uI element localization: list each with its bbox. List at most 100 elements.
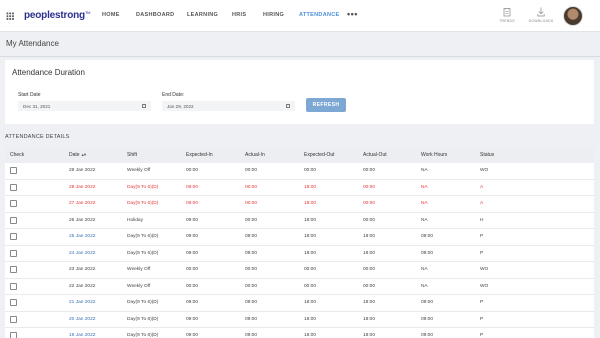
downloads-button[interactable]: DOWNLOADS <box>528 7 554 23</box>
row-checkbox[interactable] <box>10 315 17 323</box>
start-date-value: Dec 31, 2021 <box>23 103 51 109</box>
cell-date: 28 Jan 2022 <box>69 184 96 190</box>
cell-work-hours: NA <box>421 201 428 206</box>
cell-expected-out: 18:00 <box>304 201 317 206</box>
nav-learning[interactable]: LEARNING <box>187 12 218 18</box>
nav-hris[interactable]: HRIS <box>232 12 246 18</box>
cell-date: 24 Jan 2022 <box>69 250 96 256</box>
cell-actual-out: 00:00 <box>363 217 376 223</box>
table-row: 26 Jan 2022 Holiday 09:00 00:00 18:00 00:00 NA… <box>5 213 594 229</box>
end-date-field[interactable]: Jan 29, 2022 <box>162 101 295 111</box>
column-header-date[interactable]: Date ▴▾ <box>69 152 86 158</box>
nav-dashboard[interactable]: DASHBOARD <box>136 12 174 18</box>
nav-more-menu[interactable]: ••• <box>347 9 358 19</box>
row-checkbox[interactable] <box>10 233 17 240</box>
attendance-duration-title: Attendance Duration <box>12 68 85 77</box>
cell-actual-in: 09:00 <box>245 250 258 256</box>
cell-expected-in: 09:00 <box>186 217 199 223</box>
start-date-field[interactable]: Dec 31, 2021 <box>18 101 151 111</box>
cell-actual-in: 00:00 <box>245 217 258 223</box>
cell-actual-out: 18:00 <box>363 316 376 322</box>
nav-home[interactable]: HOME <box>102 12 120 18</box>
cell-actual-in: 09:00 <box>245 316 258 322</box>
trends-button[interactable]: TRENDS <box>494 7 520 23</box>
cell-actual-in: 09:00 <box>245 300 258 305</box>
table-row: 20 Jan 2022 Day(9 To 6)(D) 09:00 09:00 18:00… <box>5 312 594 328</box>
table-row: 25 Jan 2022 Day(9 To 6)(D) 09:00 09:00 18:00… <box>5 229 594 246</box>
row-checkbox[interactable] <box>10 266 17 273</box>
table-row: 28 Jan 2022 Day(9 To 6)(D) 09:00 00:00 18:00… <box>5 180 594 196</box>
sort-icon[interactable]: ▴▾ <box>82 152 87 158</box>
row-checkbox[interactable] <box>10 299 17 306</box>
peoplestrong-logo[interactable]: peoplestrongTM <box>24 10 91 21</box>
cell-status: WO <box>480 283 489 289</box>
cell-expected-in: 09:00 <box>186 201 199 206</box>
attendance-duration-card: Attendance Duration Start Date Dec 31, 2… <box>5 60 594 124</box>
cell-expected-out: 18:00 <box>304 217 317 223</box>
app-grid-icon[interactable] <box>6 12 14 20</box>
user-avatar[interactable] <box>563 6 583 26</box>
cell-shift: Weekly Off <box>127 168 151 173</box>
downloads-label: DOWNLOADS <box>528 19 554 23</box>
download-icon <box>537 7 545 17</box>
cell-expected-out: 18:00 <box>304 184 317 190</box>
cell-status: A <box>480 201 484 206</box>
cell-actual-out: 18:00 <box>363 234 376 239</box>
column-header-status: Status <box>480 152 495 158</box>
cell-actual-out: 00:00 <box>363 168 376 173</box>
table-row: 22 Jan 2022 Weekly Off 00:00 00:00 00:00 00:0… <box>5 279 594 295</box>
cell-shift: Day(9 To 6)(D) <box>127 201 159 206</box>
cell-expected-out: 18:00 <box>304 234 317 239</box>
cell-work-hours: 09:00 <box>421 333 434 338</box>
column-header-date-label: Date <box>69 152 80 158</box>
row-checkbox[interactable] <box>10 249 17 257</box>
row-checkbox[interactable] <box>10 200 17 207</box>
cell-expected-in: 09:00 <box>186 234 199 239</box>
cell-shift: Holiday <box>127 217 143 223</box>
calendar-icon[interactable] <box>286 103 290 108</box>
cell-date: 25 Jan 2022 <box>69 234 96 239</box>
attendance-details-title: ATTENDANCE DETAILS <box>5 134 70 140</box>
cell-actual-in: 00:00 <box>245 184 258 190</box>
row-checkbox[interactable] <box>10 332 17 338</box>
calendar-icon[interactable] <box>142 103 146 108</box>
cell-date: 23 Jan 2022 <box>69 267 96 272</box>
row-checkbox[interactable] <box>10 282 17 290</box>
cell-actual-in: 00:00 <box>245 283 258 289</box>
cell-expected-in: 00:00 <box>186 267 199 272</box>
cell-actual-in: 09:00 <box>245 234 258 239</box>
cell-actual-in: 00:00 <box>245 168 258 173</box>
trends-icon <box>503 8 511 17</box>
cell-date: 19 Jan 2022 <box>69 333 96 338</box>
row-checkbox[interactable] <box>10 183 17 191</box>
start-date-label: Start Date <box>18 92 41 98</box>
table-row: 24 Jan 2022 Day(9 To 6)(D) 09:00 09:00 18:00… <box>5 246 594 262</box>
cell-status: P <box>480 300 484 305</box>
cell-expected-in: 09:00 <box>186 250 199 256</box>
row-checkbox[interactable] <box>10 167 17 174</box>
table-row: 29 Jan 2022 Weekly Off 00:00 00:00 00:00 00:0… <box>5 163 594 180</box>
refresh-button[interactable]: REFRESH <box>306 98 346 112</box>
row-checkbox[interactable] <box>10 216 17 224</box>
table-row: 19 Jan 2022 Day(9 To 6)(D) 09:00 09:00 18:00… <box>5 328 594 338</box>
table-row: 27 Jan 2022 Day(9 To 6)(D) 09:00 00:00 18:00… <box>5 196 594 213</box>
cell-work-hours: NA <box>421 168 428 173</box>
end-date-value: Jan 29, 2022 <box>167 103 194 109</box>
cell-shift: Day(9 To 6)(D) <box>127 316 159 322</box>
nav-attendance[interactable]: ATTENDANCE <box>299 12 339 18</box>
cell-date: 22 Jan 2022 <box>69 283 96 289</box>
cell-shift: Day(9 To 6)(D) <box>127 234 159 239</box>
trends-label: TRENDS <box>499 19 515 23</box>
cell-expected-out: 00:00 <box>304 168 317 173</box>
attendance-table: Check Date ▴▾ Shift Expected-In Actual-In… <box>5 147 594 338</box>
cell-expected-in: 09:00 <box>186 333 199 338</box>
cell-status: P <box>480 250 484 256</box>
cell-shift: Day(9 To 6)(D) <box>127 250 159 256</box>
cell-expected-in: 09:00 <box>186 316 199 322</box>
nav-hiring[interactable]: HIRING <box>263 12 284 18</box>
table-header: Check Date ▴▾ Shift Expected-In Actual-In… <box>5 147 594 163</box>
cell-status: P <box>480 333 484 338</box>
cell-status: H <box>480 217 484 223</box>
page-title: My Attendance <box>6 39 59 48</box>
cell-date: 26 Jan 2022 <box>69 217 96 223</box>
